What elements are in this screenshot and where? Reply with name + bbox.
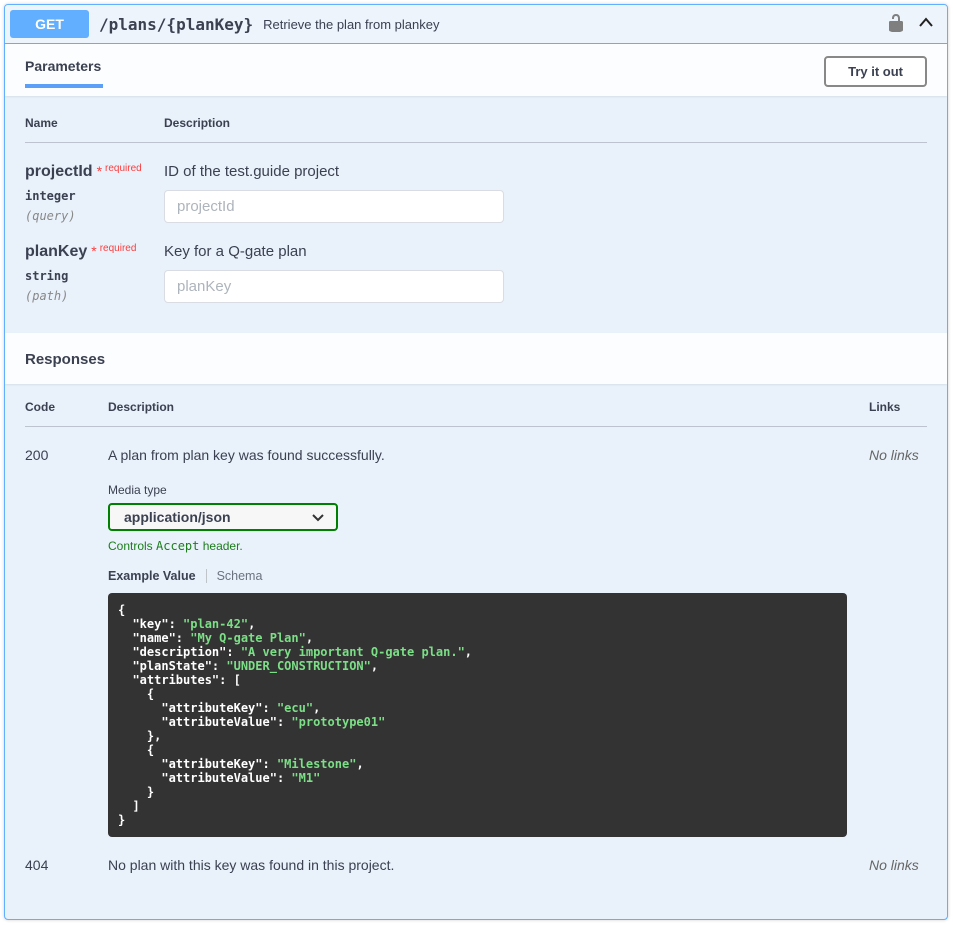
- response-200-description: A plan from plan key was found successfu…: [108, 447, 869, 463]
- required-asterisk: *: [91, 243, 96, 259]
- response-404-description: No plan with this key was found in this …: [108, 857, 869, 873]
- media-type-value: application/json: [124, 509, 231, 525]
- accept-note-code: Accept: [156, 539, 199, 553]
- required-asterisk: *: [97, 163, 102, 179]
- projectid-input[interactable]: [164, 190, 504, 223]
- try-it-out-button[interactable]: Try it out: [824, 56, 927, 87]
- responses-container: Code Description Links 200 A plan from p…: [5, 384, 947, 893]
- authorization-lock-button[interactable]: [886, 13, 906, 36]
- required-label: required: [100, 243, 137, 254]
- media-type-select[interactable]: application/json: [108, 503, 338, 531]
- response-404-links: No links: [869, 837, 927, 873]
- parameters-col-name: Name: [25, 116, 164, 143]
- responses-section-header: Responses: [5, 333, 947, 384]
- example-json-code: { "key": "plan-42", "name": "My Q-gate P…: [108, 593, 847, 837]
- parameter-row-plankey-name: planKey* required string (path): [25, 223, 164, 303]
- parameter-location: (path): [25, 289, 164, 303]
- parameter-description: ID of the test.guide project: [164, 163, 927, 180]
- response-404-description-cell: No plan with this key was found in this …: [108, 837, 869, 873]
- parameters-col-description: Description: [164, 116, 927, 143]
- parameter-description: Key for a Q-gate plan: [164, 243, 927, 260]
- parameter-row-projectid-name: projectId*required integer (query): [25, 143, 164, 223]
- response-200-description-cell: A plan from plan key was found successfu…: [108, 427, 869, 837]
- parameters-container: Name Description projectId*required inte…: [5, 96, 947, 333]
- media-type-label: Media type: [108, 483, 869, 497]
- collapse-operation-button[interactable]: [918, 15, 934, 34]
- summary-actions: [886, 13, 942, 36]
- endpoint-path[interactable]: /plans/{planKey}: [99, 15, 253, 34]
- parameters-table: Name Description projectId*required inte…: [25, 116, 927, 303]
- parameter-row-projectid-description: ID of the test.guide project: [164, 143, 927, 223]
- response-404-code: 404: [25, 837, 108, 873]
- tab-example-value[interactable]: Example Value: [108, 569, 196, 583]
- parameter-location: (query): [25, 209, 164, 223]
- parameter-type: string: [25, 269, 164, 283]
- operation-description: Retrieve the plan from plankey: [263, 17, 439, 32]
- parameter-name: projectId: [25, 163, 93, 180]
- example-schema-tabs: Example Value Schema: [108, 569, 869, 583]
- response-200-links: No links: [869, 427, 927, 837]
- responses-col-description: Description: [108, 400, 869, 427]
- responses-table: Code Description Links 200 A plan from p…: [25, 400, 927, 873]
- responses-col-code: Code: [25, 400, 108, 427]
- tab-schema[interactable]: Schema: [217, 569, 263, 583]
- accept-note-suffix: header.: [199, 539, 242, 553]
- tab-parameters[interactable]: Parameters: [25, 54, 103, 88]
- parameter-name: planKey: [25, 243, 87, 260]
- parameter-type: integer: [25, 189, 164, 203]
- operation-block-get-plans: GET /plans/{planKey} Retrieve the plan f…: [4, 4, 948, 920]
- accept-header-note: Controls Accept header.: [108, 539, 869, 553]
- chevron-up-icon: [918, 15, 934, 34]
- response-200-code: 200: [25, 427, 108, 837]
- plankey-input[interactable]: [164, 270, 504, 303]
- media-type-block: Media type application/json Controls Acc…: [108, 483, 869, 553]
- operation-summary[interactable]: GET /plans/{planKey} Retrieve the plan f…: [5, 5, 947, 44]
- required-label: required: [105, 163, 142, 174]
- responses-title: Responses: [25, 351, 105, 368]
- parameter-row-plankey-description: Key for a Q-gate plan: [164, 223, 927, 303]
- parameters-section-header: Parameters Try it out: [5, 44, 947, 96]
- tab-divider: [206, 569, 207, 583]
- accept-note-prefix: Controls: [108, 539, 156, 553]
- method-badge[interactable]: GET: [10, 10, 89, 38]
- chevron-down-icon: [312, 509, 324, 525]
- responses-col-links: Links: [869, 400, 927, 427]
- unlocked-padlock-icon: [886, 13, 906, 36]
